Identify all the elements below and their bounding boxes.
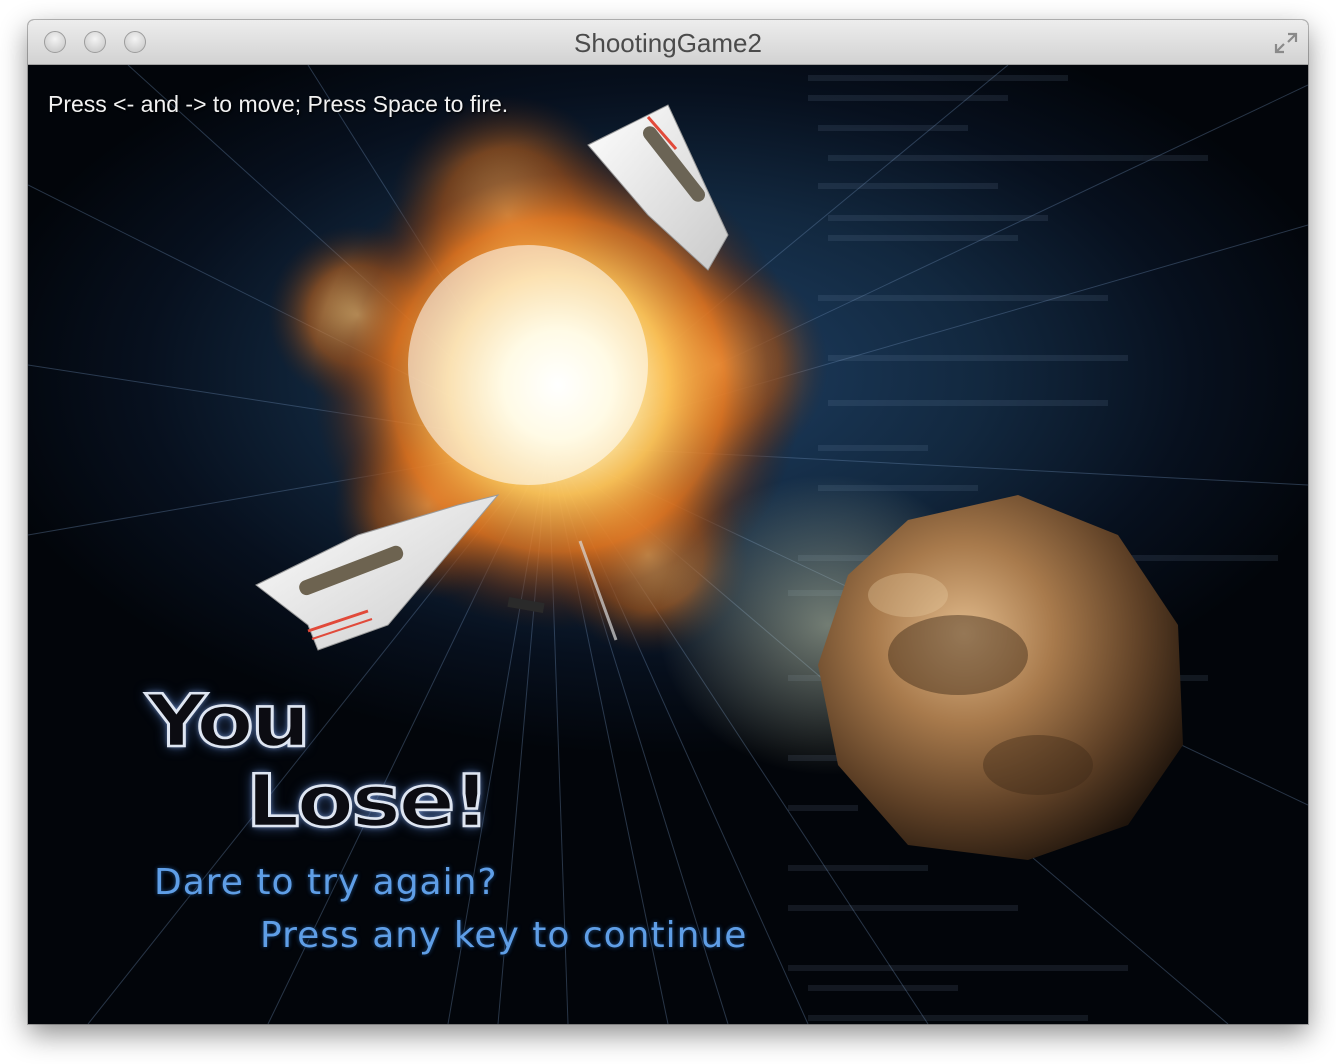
continue-prompt: Press any key to continue bbox=[260, 915, 748, 956]
result-you: You bbox=[145, 678, 313, 764]
instructions-text: Press <- and -> to move; Press Space to … bbox=[48, 91, 509, 117]
asteroid bbox=[658, 475, 1183, 860]
game-viewport[interactable]: Press <- and -> to move; Press Space to … bbox=[28, 65, 1308, 1024]
fullscreen-icon[interactable] bbox=[1272, 30, 1300, 56]
result-lose: Lose! bbox=[245, 758, 493, 844]
retry-prompt: Dare to try again? bbox=[154, 862, 498, 903]
app-window: ShootingGame2 Press <- and -> to move; P… bbox=[28, 20, 1308, 1024]
title-bar: ShootingGame2 bbox=[28, 20, 1308, 65]
window-title: ShootingGame2 bbox=[574, 28, 762, 58]
